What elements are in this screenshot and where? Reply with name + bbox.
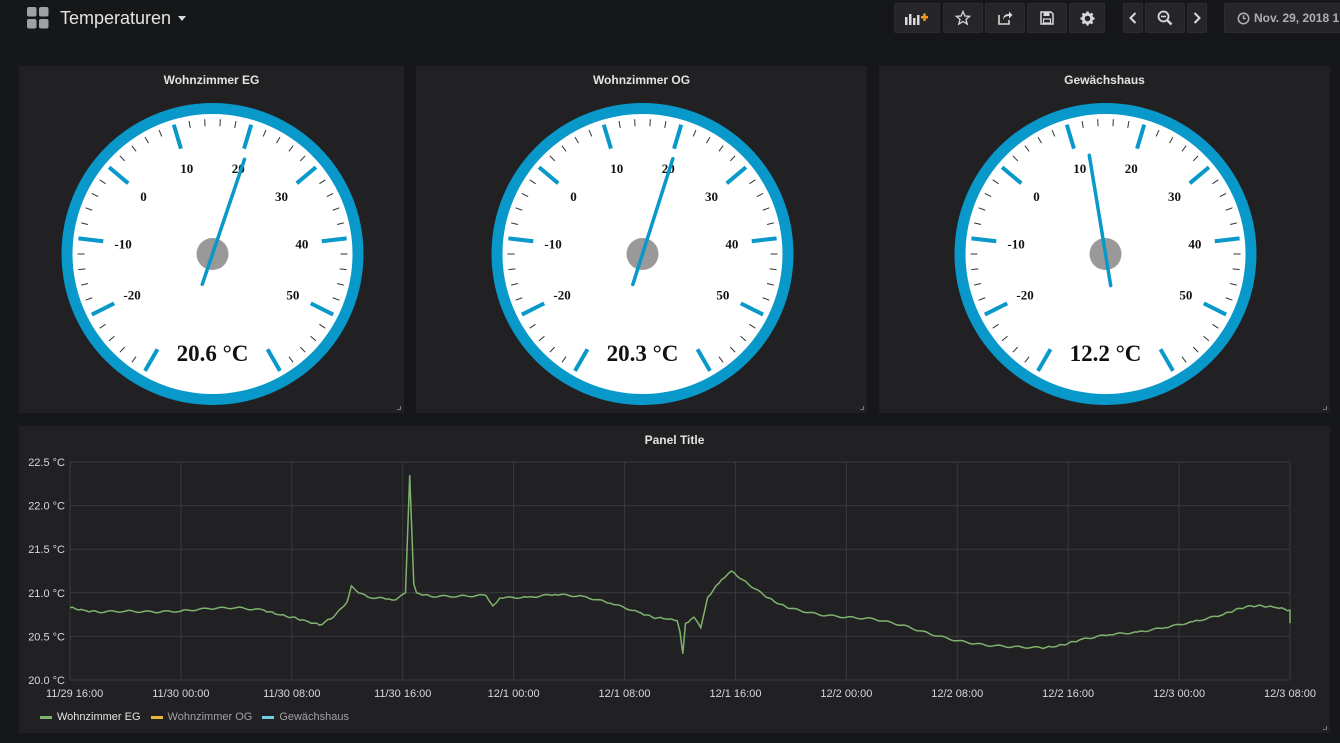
x-tick-label: 12/1 08:00 (599, 688, 651, 700)
legend-item-wohnzimmer-eg[interactable]: Wohnzimmer EG (40, 711, 141, 723)
legend-label: Wohnzimmer EG (57, 711, 141, 723)
series-line-wohnzimmer-eg (69, 475, 1291, 654)
y-tick-label: 20.5 °C (28, 631, 65, 643)
legend-swatch (150, 715, 163, 719)
graph-legend: Wohnzimmer EG Wohnzimmer OG Gewächshaus (40, 711, 359, 723)
legend-label: Gewächshaus (279, 711, 350, 723)
x-tick-label: 11/30 08:00 (263, 688, 320, 700)
y-tick-label: 21.5 °C (28, 544, 65, 556)
legend-item-wohnzimmer-og[interactable]: Wohnzimmer OG (150, 711, 253, 723)
x-tick-label: 12/1 00:00 (488, 688, 540, 700)
temperature-graph[interactable]: 22.5 °C 22.0 °C 21.5 °C 21.0 °C 20.5 °C 20.0 … (0, 0, 1340, 743)
x-tick-label: 12/3 00:00 (1153, 688, 1205, 700)
x-tick-label: 12/3 08:00 (1264, 688, 1316, 700)
y-tick-label: 21.0 °C (28, 588, 65, 600)
x-tick-label: 11/30 00:00 (152, 688, 209, 700)
x-tick-label: 12/2 00:00 (820, 688, 872, 700)
x-tick-label: 11/30 16:00 (374, 688, 431, 700)
legend-swatch (262, 715, 275, 719)
legend-label: Wohnzimmer OG (167, 711, 253, 723)
x-tick-label: 12/1 16:00 (709, 688, 761, 700)
x-tick-label: 12/2 08:00 (931, 688, 983, 700)
y-tick-label: 22.5 °C (28, 457, 65, 469)
y-tick-label: 22.0 °C (28, 501, 65, 513)
legend-swatch (40, 715, 52, 719)
x-tick-label: 12/2 16:00 (1042, 688, 1094, 700)
y-tick-label: 20.0 °C (28, 675, 65, 687)
x-tick-label: 11/29 16:00 (46, 688, 103, 700)
legend-item-gewaechshaus[interactable]: Gewächshaus (262, 711, 349, 723)
